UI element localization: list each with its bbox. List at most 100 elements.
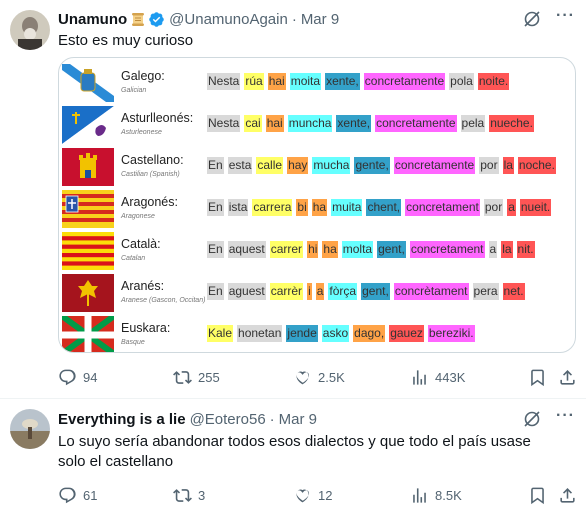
highlighted-word: nueche. [489,115,534,132]
highlighted-word: concretament [405,199,480,216]
bookmark-button[interactable] [528,368,547,387]
retweet-count: 255 [198,369,220,385]
tweet-unamuno[interactable]: Unamuno @UnamunoAgain · Mar 9 ··· Esto e… [0,0,586,398]
language-name: Català: [121,237,161,251]
language-english-name: Asturleonese [121,129,162,136]
highlighted-word: concretament [409,241,485,258]
castilla-flag [62,148,114,186]
highlighted-word: a [507,199,516,216]
action-bar: 61 3 12 8.5K [58,485,580,505]
timestamp[interactable]: Mar 9 [279,411,317,428]
like-button[interactable]: 2.5K [293,368,345,387]
highlighted-word: calle [256,157,284,174]
bookmark-icon [531,369,544,386]
highlighted-word: muita [331,199,363,216]
grok-icon[interactable] [522,9,542,29]
reply-button[interactable]: 94 [58,368,97,387]
highlighted-word: aguest [227,283,266,300]
highlighted-word: a [315,283,325,300]
views-button[interactable]: 443K [410,368,465,387]
highlighted-word: concrètament [393,283,469,300]
highlighted-word: hi [307,241,319,258]
language-english-name: Catalan [121,255,146,262]
grok-icon[interactable] [522,409,542,429]
sentence: Nesta cai hai muncha xente, concretamente pela… [207,115,538,132]
language-name: Aragonés: [121,195,178,209]
highlighted-word: la [501,241,513,258]
highlighted-word: asko [321,325,350,342]
reply-button[interactable]: 61 [58,486,97,505]
views-count: 443K [435,369,466,385]
tweet-header: Unamuno @UnamunoAgain · Mar 9 ··· [58,8,586,29]
highlighted-word: noite. [477,73,510,90]
highlighted-word: bi [296,199,308,216]
language-name: Aranés: [121,279,165,293]
highlighted-word: honetan [237,325,283,342]
divider [0,398,586,399]
tweet-text: Lo suyo sería abandonar todos esos diale… [58,433,531,470]
highlighted-word: a [488,241,498,258]
language-row: Galego: Galician Nesta rúa hai moita xente, con… [59,64,575,104]
highlighted-word: net. [502,283,525,300]
tweet-media-image[interactable]: Galego: Galician Nesta rúa hai moita xente, con… [58,57,576,353]
language-name: Euskara: [121,321,171,335]
reply-count: 94 [83,369,98,385]
views-icon [413,487,426,503]
highlighted-word: chent, [366,199,402,216]
tweet-header: Everything is a lie @Eotero56 · Mar 9 ··… [58,408,586,429]
language-name: Castellano: [121,153,184,167]
display-name[interactable]: Everything is a lie [58,411,186,428]
handle[interactable]: @Eotero56 [190,411,266,428]
highlighted-word: ha [322,241,338,258]
reply-icon [59,487,76,503]
highlighted-word: ha [311,199,328,216]
aran-flag [62,274,114,312]
verified-badge-icon [148,11,165,28]
bookmark-icon [531,487,544,504]
asturias-leon-flag [62,106,114,144]
catalunya-flag [62,232,114,270]
share-button[interactable] [558,368,577,387]
retweet-button[interactable]: 3 [173,486,205,505]
highlighted-word: ista [227,199,249,216]
retweet-button[interactable]: 255 [173,368,220,387]
language-english-name: Basque [121,339,145,346]
sentence: En esta calle hay mucha gente, concretamente po… [207,157,560,174]
highlighted-word: mucha [312,157,351,174]
highlighted-word: nueit. [519,199,552,216]
tweet-text: Esto es muy curioso [58,32,194,49]
highlighted-word: bereziki. [427,325,475,342]
like-button[interactable]: 12 [293,486,332,505]
share-button[interactable] [558,486,577,505]
separator-dot: · [269,410,275,428]
reply-icon [59,369,76,385]
views-button[interactable]: 8.5K [410,486,462,505]
galicia-flag [62,64,114,102]
sentence: En ista carrera bi ha muita chent, concretament… [207,199,555,216]
highlighted-word: concretamente [363,73,446,90]
highlighted-word: Kale [207,325,234,342]
language-english-name: Aragonese [121,213,155,220]
highlighted-word: aquest [227,241,266,258]
language-row: Aragonés: Aragonese En ista carrera bi ha muita… [59,190,575,230]
highlighted-word: moita [289,73,322,90]
sentence: Kale honetan jende asko dago, gauez bereziki. [207,325,479,342]
tweet-reply[interactable]: Everything is a lie @Eotero56 · Mar 9 ··… [0,400,586,508]
avatar[interactable] [10,409,50,449]
more-icon[interactable]: ··· [556,408,576,429]
display-name[interactable]: Unamuno [58,11,127,28]
highlighted-word: xente, [325,73,360,90]
highlighted-word: En [207,199,224,216]
avatar[interactable] [10,10,50,50]
bookmark-button[interactable] [528,486,547,505]
timestamp[interactable]: Mar 9 [301,11,339,28]
more-icon[interactable]: ··· [556,8,576,29]
highlighted-word: hai [267,73,286,90]
handle[interactable]: @UnamunoAgain [169,11,288,28]
highlighted-word: Nesta [207,73,241,90]
language-row: Aranés: Aranese (Gascon, Occitan) En aguest… [59,274,575,314]
highlighted-word: concretamente [393,157,476,174]
highlighted-word: hay [287,157,309,174]
language-name: Asturlleonés: [121,111,194,125]
highlighted-word: En [207,157,224,174]
